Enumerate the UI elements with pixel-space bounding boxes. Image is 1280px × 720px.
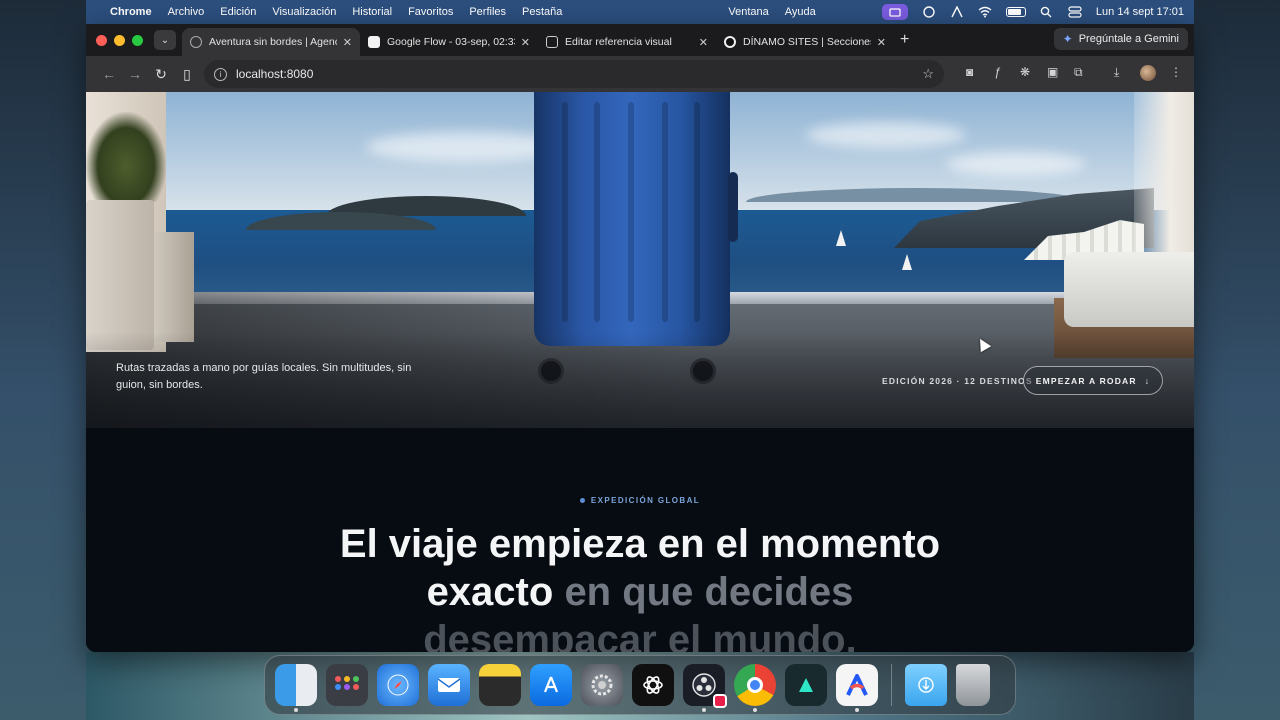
tab-title: Editar referencia visual <box>565 36 672 48</box>
launchpad-icon[interactable] <box>326 664 368 706</box>
headline-line-2-dim: en que decides <box>564 570 854 614</box>
openai-extension-icon[interactable]: ❋ <box>1020 65 1030 79</box>
formula-extension-icon[interactable]: ƒ <box>994 65 1001 79</box>
menu-archivo[interactable]: Archivo <box>168 6 205 18</box>
bookmark-star-icon[interactable]: ☆ <box>922 66 934 82</box>
profile-avatar[interactable] <box>1140 65 1156 81</box>
screen-record-icon[interactable] <box>881 4 908 20</box>
tab-aventura[interactable]: Aventura sin bordes | Agencia ✕ <box>182 28 360 56</box>
menu-favoritos[interactable]: Favoritos <box>408 6 453 18</box>
wifi-icon[interactable] <box>978 6 992 18</box>
more-menu-icon[interactable]: ⋮ <box>1170 65 1182 79</box>
tab-dinamo-sites[interactable]: DÍNAMO SITES | Secciones w ✕ <box>716 28 894 56</box>
camera-extension-icon[interactable]: ◙ <box>966 65 973 79</box>
new-tab-plus-icon[interactable]: + <box>900 31 909 49</box>
intro-section: EXPEDICIÓN GLOBAL El viaje empieza en el… <box>86 428 1194 652</box>
tabs: Aventura sin bordes | Agencia ✕ Google F… <box>182 28 894 56</box>
screenshot-extension-icon[interactable]: ▣ <box>1047 65 1058 79</box>
tab-title: Google Flow - 03-sep, 02:33 <box>387 36 515 48</box>
control-center-icon[interactable] <box>1068 6 1082 18</box>
empezar-a-rodar-button[interactable]: EMPEZAR A RODAR ↓ <box>1023 366 1163 395</box>
chrome-icon[interactable] <box>734 664 776 712</box>
sync-icon[interactable] <box>922 6 936 18</box>
forward-arrow-icon[interactable]: → <box>122 66 148 82</box>
menu-app-name[interactable]: Chrome <box>110 6 152 18</box>
filmora-icon[interactable] <box>785 664 827 706</box>
cta-label: EMPEZAR A RODAR <box>1035 375 1137 386</box>
finder-icon[interactable] <box>275 664 317 712</box>
trash-icon[interactable] <box>956 664 990 706</box>
url-text: localhost:8080 <box>236 67 314 81</box>
address-bar[interactable]: i localhost:8080 ☆ <box>204 60 944 88</box>
tab-title: Aventura sin bordes | Agencia <box>209 36 337 48</box>
browser-window: ⌄ Aventura sin bordes | Agencia ✕ Google… <box>86 24 1194 652</box>
notes-icon[interactable] <box>479 664 521 706</box>
ask-gemini-button[interactable]: ✦ Pregúntale a Gemini <box>1053 28 1188 50</box>
spotlight-search-icon[interactable] <box>1040 6 1054 18</box>
chatgpt-icon[interactable] <box>632 664 674 706</box>
close-icon[interactable]: ✕ <box>521 36 530 49</box>
tab-strip: ⌄ Aventura sin bordes | Agencia ✕ Google… <box>86 24 1194 56</box>
recording-badge-icon <box>713 694 727 708</box>
gemini-spark-icon: ✦ <box>1062 32 1073 46</box>
menubar-clock[interactable]: Lun 14 sept 17:01 <box>1096 6 1184 18</box>
split-view-icon[interactable]: ▯ <box>174 66 200 83</box>
menu-visualizacion[interactable]: Visualización <box>272 6 336 18</box>
section-eyebrow: EXPEDICIÓN GLOBAL <box>86 496 1194 505</box>
close-icon[interactable]: ✕ <box>877 36 886 49</box>
headline-line-2-bright: exacto <box>426 570 554 614</box>
extensions-puzzle-icon[interactable]: ⧉ <box>1074 65 1083 80</box>
macos-menubar: Chrome Archivo Edición Visualización His… <box>86 0 1194 24</box>
reload-icon[interactable]: ↻ <box>148 66 174 83</box>
hero-tagline: Rutas trazadas a mano por guías locales.… <box>116 362 412 391</box>
page-viewport: Rutas trazadas a mano por guías locales.… <box>86 92 1194 652</box>
menu-pestana[interactable]: Pestaña <box>522 6 562 18</box>
menu-historial[interactable]: Historial <box>352 6 392 18</box>
macos-dock <box>264 655 1016 715</box>
arrow-down-icon: ↓ <box>1144 375 1151 386</box>
suitcase-illustration <box>534 92 738 346</box>
site-info-icon[interactable]: i <box>214 67 227 81</box>
close-icon[interactable]: ✕ <box>699 36 708 49</box>
tab-google-flow[interactable]: Google Flow - 03-sep, 02:33 ✕ <box>360 28 538 56</box>
tab-title: DÍNAMO SITES | Secciones w <box>743 36 871 48</box>
tab-search-button[interactable]: ⌄ <box>154 30 176 50</box>
menu-edicion[interactable]: Edición <box>220 6 256 18</box>
section-headline: El viaje empieza en el momento exacto en… <box>86 520 1194 652</box>
obs-icon[interactable] <box>683 664 727 712</box>
app-tray-icon[interactable] <box>950 5 964 18</box>
downloads-folder-icon[interactable] <box>905 664 947 706</box>
headline-line-1: El viaje empieza en el momento <box>339 522 941 566</box>
openai-favicon-icon <box>546 36 558 48</box>
menu-ayuda[interactable]: Ayuda <box>785 6 816 18</box>
arc-icon[interactable] <box>836 664 878 712</box>
close-window-button[interactable] <box>96 35 107 46</box>
app-store-icon[interactable] <box>530 664 572 706</box>
chevron-down-icon: ⌄ <box>160 34 170 46</box>
back-arrow-icon[interactable]: ← <box>96 66 122 82</box>
tab-editar-referencia[interactable]: Editar referencia visual ✕ <box>538 28 716 56</box>
system-settings-icon[interactable] <box>581 664 623 706</box>
menu-perfiles[interactable]: Perfiles <box>469 6 506 18</box>
gemini-label: Pregúntale a Gemini <box>1078 33 1179 45</box>
dock-separator <box>891 664 892 706</box>
battery-icon[interactable] <box>1005 7 1026 17</box>
download-icon[interactable]: ⤓ <box>1114 65 1119 80</box>
dot-icon <box>579 498 585 504</box>
close-icon[interactable]: ✕ <box>343 36 352 49</box>
globe-icon <box>190 36 202 48</box>
menu-ventana[interactable]: Ventana <box>728 6 768 18</box>
window-controls <box>96 35 143 46</box>
dinamo-favicon-icon <box>724 36 736 48</box>
headline-line-3: desempacar el mundo. <box>423 618 857 652</box>
safari-icon[interactable] <box>377 664 419 706</box>
flow-favicon-icon <box>368 36 380 48</box>
zoom-window-button[interactable] <box>132 35 143 46</box>
browser-toolbar: ← → ↻ ▯ i localhost:8080 ☆ ◙ ƒ ❋ ▣ ⧉ ⤓ ⋮ <box>86 56 1194 92</box>
edition-label: EDICIÓN 2026 · 12 DESTINOS <box>882 376 1033 386</box>
mail-icon[interactable] <box>428 664 470 706</box>
minimize-window-button[interactable] <box>114 35 125 46</box>
